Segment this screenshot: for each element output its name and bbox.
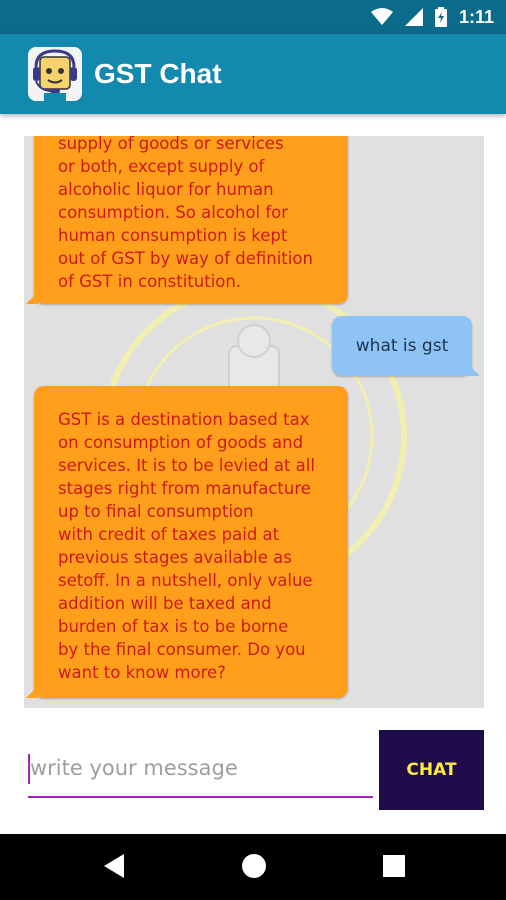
message-text: what is gst: [355, 336, 449, 356]
message-input-wrapper: [28, 740, 373, 802]
user-message: what is gst: [332, 316, 480, 376]
chat-message-list[interactable]: supply of goods or services or both, exc…: [24, 136, 484, 708]
wifi-icon: [370, 8, 393, 25]
signal-icon: [404, 8, 423, 26]
bot-message: supply of goods or services or both, exc…: [26, 136, 348, 304]
status-bar: 1:11: [0, 0, 506, 34]
battery-icon: [434, 7, 447, 27]
status-time: 1:11: [458, 6, 494, 27]
home-icon[interactable]: [241, 853, 267, 879]
chat-send-button[interactable]: CHAT: [379, 730, 484, 810]
message-input[interactable]: [28, 740, 373, 798]
app-bar: GST Chat: [0, 34, 506, 114]
back-icon[interactable]: [102, 853, 126, 879]
app-title: GST Chat: [94, 58, 222, 89]
chatbot-logo-icon: [28, 47, 82, 101]
text-cursor: [28, 754, 30, 784]
bot-message: GST is a destination based tax on consum…: [26, 386, 348, 698]
recents-icon[interactable]: [383, 855, 405, 877]
message-text: GST is a destination based tax on consum…: [58, 410, 315, 682]
message-text: supply of goods or services or both, exc…: [58, 136, 313, 291]
system-nav-bar: [0, 834, 506, 900]
